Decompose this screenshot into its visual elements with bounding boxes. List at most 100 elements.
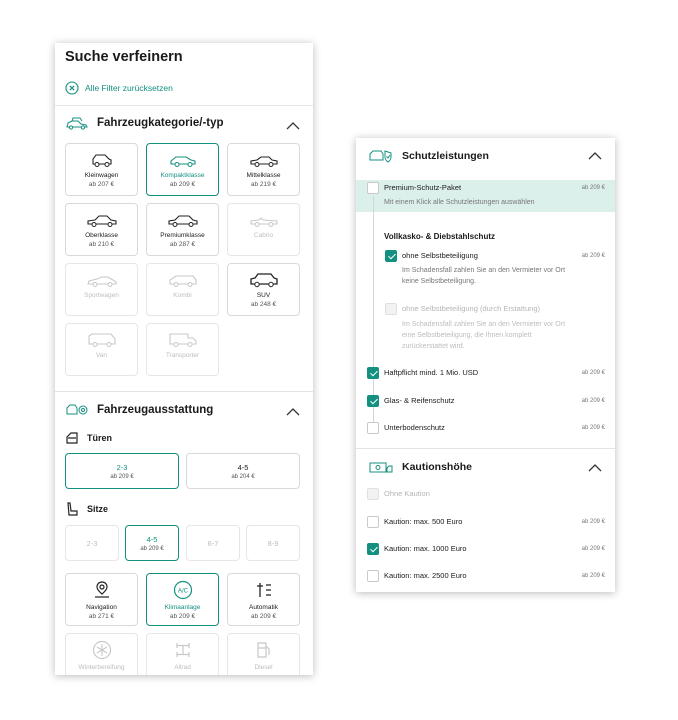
no-deductible-checkbox[interactable] — [385, 250, 397, 262]
reset-filters-label: Alle Filter zurücksetzen — [85, 83, 173, 93]
no-deductible-option[interactable]: ohne Selbstbeteiligung ab 209 € — [385, 250, 605, 262]
convertible-icon — [249, 217, 278, 227]
no-deductible-description: Im Schadensfall zahlen Sie an den Vermie… — [402, 265, 565, 287]
deposit-section-header[interactable]: Kautionshöhe — [368, 458, 472, 476]
deposit-checkbox[interactable] — [367, 570, 379, 582]
category-tile-transporter: Transporter — [146, 323, 219, 376]
chevron-up-icon[interactable] — [286, 121, 300, 130]
feature-name: Winterbereifung — [78, 664, 125, 671]
doors-option-2-3[interactable]: 2-3 ab 209 € — [65, 453, 179, 489]
deposit-checkbox[interactable] — [367, 543, 379, 555]
description-line: zurückerstattet wird. — [402, 343, 465, 350]
glass-tire-label: Glas- & Reifenschutz — [384, 396, 455, 405]
category-tile-kompaktklasse[interactable]: Kompaktklasse ab 209 € — [146, 143, 219, 196]
deposit-option-none: Ohne Kaution — [367, 488, 605, 500]
car-gear-icon — [66, 404, 88, 415]
car-seat-icon — [67, 502, 78, 516]
premium-package-option[interactable]: Premium-Schutz-Paket ab 209 € — [367, 182, 605, 194]
tile-price: ab 210 € — [88, 241, 115, 248]
category-tile-oberklasse[interactable]: Oberklasse ab 210 € — [65, 203, 138, 256]
feature-name: Klimaanlage — [164, 604, 201, 611]
feature-price: ab 209 € — [169, 613, 196, 620]
premium-checkbox[interactable] — [367, 182, 379, 194]
category-tile-suv[interactable]: SUV ab 248 € — [227, 263, 300, 316]
premium-price: ab 209 € — [581, 185, 605, 191]
seats-value: 8-9 — [267, 538, 279, 548]
compact-car-icon — [169, 156, 196, 167]
seats-option-6-7: 6-7 — [186, 525, 240, 561]
category-section-title: Fahrzeugkategorie/-typ — [97, 117, 224, 129]
category-tile-premiumklasse[interactable]: Premiumklasse ab 287 € — [146, 203, 219, 256]
deposit-label: Kaution: max. 500 Euro — [384, 517, 463, 526]
category-tile-kombi: Kombi — [146, 263, 219, 316]
map-pin-icon — [94, 581, 109, 598]
category-tile-sportwagen: Sportwagen — [65, 263, 138, 316]
divider — [55, 105, 313, 106]
no-deductible-label: ohne Selbstbeteiligung — [402, 251, 478, 260]
car-shield-icon — [369, 150, 392, 163]
feature-price: ab 271 € — [88, 613, 115, 620]
air-conditioning-icon: A/C — [173, 580, 192, 600]
equipment-section-header[interactable]: Fahrzeugausstattung — [65, 402, 213, 418]
sedan-icon — [249, 156, 278, 167]
feature-winterbereifung: Winterbereifung — [65, 633, 138, 675]
deposit-checkbox[interactable] — [367, 516, 379, 528]
deposit-label: Kaution: max. 2500 Euro — [384, 571, 467, 580]
station-wagon-icon — [168, 275, 197, 287]
feature-navigation[interactable]: Navigation ab 271 € — [65, 573, 138, 626]
suv-icon — [249, 273, 278, 288]
reset-filters-button[interactable]: Alle Filter zurücksetzen — [65, 81, 173, 95]
feature-allrad: Allrad — [146, 633, 219, 675]
tile-name: Sportwagen — [84, 292, 119, 299]
chevron-up-icon[interactable] — [588, 463, 602, 472]
seats-option-2-3: 2-3 — [65, 525, 119, 561]
deposit-price: ab 209 € — [581, 519, 605, 525]
seats-value: 2-3 — [86, 538, 98, 548]
category-tile-mittelklasse[interactable]: Mittelklasse ab 219 € — [227, 143, 300, 196]
deposit-option-500[interactable]: Kaution: max. 500 Euro ab 209 € — [367, 516, 605, 528]
protection-section-header[interactable]: Schutzleistungen — [368, 147, 489, 165]
deposit-section-title: Kautionshöhe — [402, 461, 472, 473]
feature-diesel: Diesel — [227, 633, 300, 675]
seats-title: Sitze — [87, 504, 109, 514]
glass-tire-checkbox[interactable] — [367, 395, 379, 407]
deposit-checkbox — [367, 488, 379, 500]
deposit-option-2500[interactable]: Kaution: max. 2500 Euro ab 209 € — [367, 570, 605, 582]
van-icon — [87, 333, 116, 347]
underbody-checkbox[interactable] — [367, 422, 379, 434]
tile-name: Oberklasse — [85, 232, 118, 239]
doors-value: 2-3 — [116, 462, 128, 472]
fuel-pump-icon — [256, 642, 270, 658]
glass-tire-option[interactable]: Glas- & Reifenschutz ab 209 € — [367, 395, 605, 407]
feature-name: Allrad — [174, 664, 191, 671]
transporter-icon — [168, 333, 197, 347]
feature-automatik[interactable]: Automatik ab 209 € — [227, 573, 300, 626]
tile-name: Kleinwagen — [84, 172, 119, 179]
sports-car-icon — [86, 276, 117, 287]
chevron-up-icon[interactable] — [588, 151, 602, 160]
tile-name: SUV — [256, 292, 271, 299]
panel-title: Suche verfeinern — [65, 49, 183, 65]
liability-checkbox[interactable] — [367, 367, 379, 379]
underbody-option[interactable]: Unterbodenschutz ab 209 € — [367, 422, 605, 434]
tile-price: ab 287 € — [169, 241, 196, 248]
ac-icon-label: A/C — [177, 589, 188, 595]
tile-name: Kombi — [173, 292, 192, 299]
category-section-header[interactable]: Fahrzeugkategorie/-typ — [65, 115, 224, 131]
refund-checkbox — [385, 303, 397, 315]
deposit-option-1000[interactable]: Kaution: max. 1000 Euro ab 209 € — [367, 543, 605, 555]
feature-klimaanlage[interactable]: A/C Klimaanlage ab 209 € — [146, 573, 219, 626]
all-wheel-drive-icon — [175, 643, 190, 657]
category-tile-kleinwagen[interactable]: Kleinwagen ab 207 € — [65, 143, 138, 196]
doors-option-4-5[interactable]: 4-5 ab 204 € — [186, 453, 300, 489]
premium-car-icon — [167, 215, 198, 227]
chevron-up-icon[interactable] — [286, 407, 300, 416]
liability-option[interactable]: Haftpflicht mind. 1 Mio. USD ab 209 € — [367, 367, 605, 379]
glass-tire-price: ab 209 € — [581, 398, 605, 404]
tile-price: ab 248 € — [250, 301, 277, 308]
seats-option-4-5[interactable]: 4-5 ab 209 € — [125, 525, 179, 561]
feature-price: ab 209 € — [250, 613, 277, 620]
liability-price: ab 209 € — [581, 370, 605, 376]
tile-price: ab 219 € — [250, 181, 277, 188]
description-line: Im Schadensfall zahlen Sie an den Vermie… — [402, 321, 566, 328]
